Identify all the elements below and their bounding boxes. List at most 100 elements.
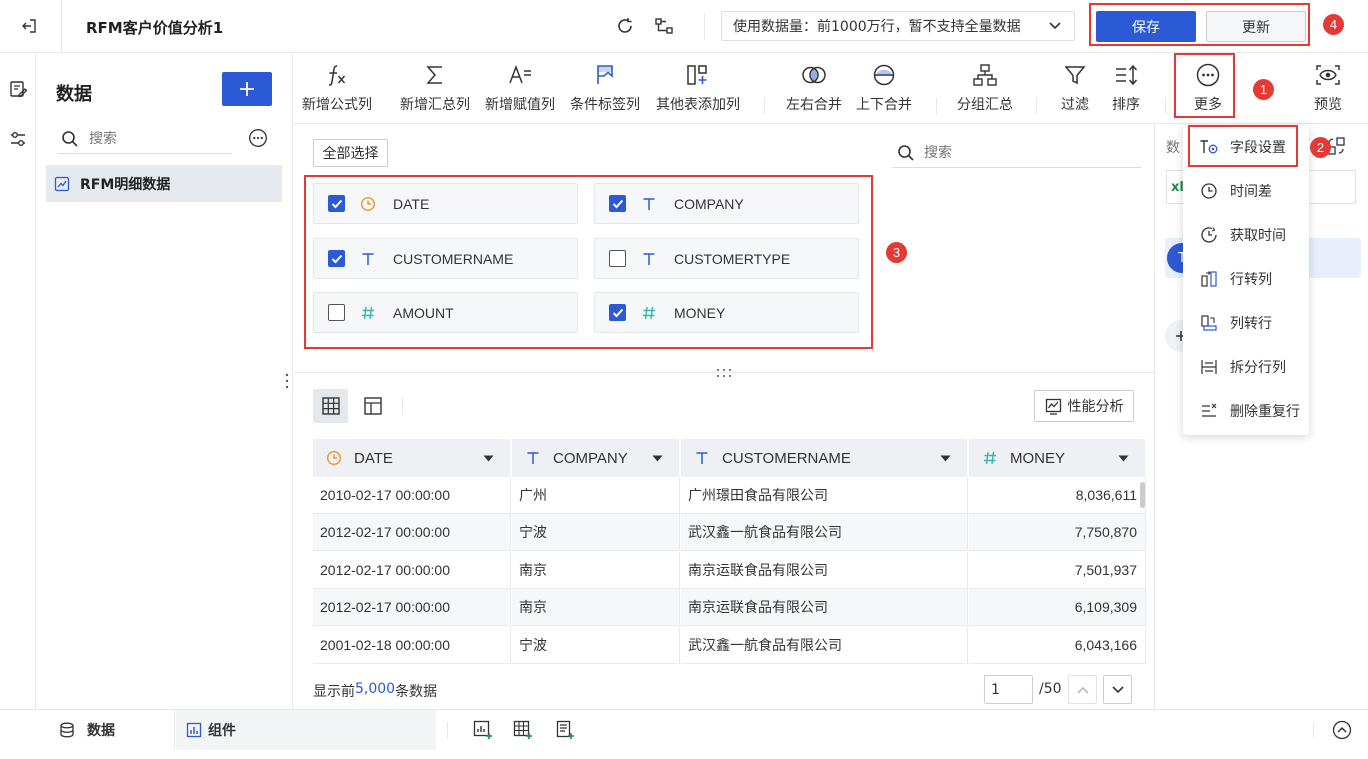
sidebar-item-rfm-dataset[interactable]: RFM明细数据 — [46, 165, 282, 202]
toolbar-preview[interactable]: 预览 — [1309, 58, 1347, 118]
update-button[interactable]: 更新 — [1206, 11, 1306, 42]
rail-settings-button[interactable] — [5, 126, 31, 152]
performance-analysis-button[interactable]: 性能分析 — [1034, 390, 1134, 422]
add-chart-button[interactable] — [473, 720, 493, 740]
sort-caret-icon[interactable] — [652, 455, 663, 462]
lineage-button[interactable] — [651, 12, 677, 40]
toolbar-more[interactable]: 更多 — [1186, 58, 1230, 118]
field-name: CUSTOMERTYPE — [674, 250, 791, 267]
cell-value: 2010-02-17 00:00:00 — [320, 487, 450, 503]
exit-button[interactable] — [14, 12, 44, 40]
field-settings-icon — [1198, 138, 1220, 156]
cell-value: 南京 — [519, 599, 547, 615]
column-header[interactable]: MONEY — [969, 439, 1146, 477]
table-cell: 宁波 — [512, 514, 680, 551]
rail-data-button[interactable] — [5, 76, 31, 102]
toolbar-condition-tag-column[interactable]: 条件标签列 — [567, 58, 643, 118]
more-menu-item[interactable]: 列转行 — [1184, 301, 1308, 345]
sidebar-search[interactable] — [58, 124, 232, 154]
checkbox-checked[interactable] — [328, 250, 345, 267]
toolbar-assign-column[interactable]: 新增赋值列 — [482, 58, 558, 118]
splitter-handle[interactable] — [714, 367, 734, 379]
field-card[interactable]: MONEY — [594, 292, 859, 333]
page-down-button[interactable] — [1103, 675, 1132, 704]
cell-value: 武汉鑫一航食品有限公司 — [688, 637, 842, 653]
more-menu-item[interactable]: 时间差 — [1184, 169, 1308, 213]
table-scrollbar[interactable] — [1140, 482, 1145, 508]
refresh-button[interactable] — [612, 12, 638, 40]
field-search-input[interactable] — [924, 144, 1124, 161]
more-menu-item[interactable]: 行转列 — [1184, 257, 1308, 301]
sidebar-more-button[interactable] — [247, 127, 269, 149]
annotation-badge-3: 3 — [886, 242, 907, 263]
text-type-icon — [527, 452, 539, 464]
cell-value: 2012-02-17 00:00:00 — [320, 524, 450, 540]
sidebar-item-label: RFM明细数据 — [80, 176, 171, 193]
column-header[interactable]: CUSTOMERNAME — [681, 439, 968, 477]
date-type-icon — [326, 450, 342, 466]
field-card[interactable]: CUSTOMERNAME — [313, 238, 578, 279]
more-menu-item[interactable]: 字段设置 — [1184, 125, 1308, 169]
tab-data-label: 数据 — [87, 723, 115, 739]
sort-caret-icon[interactable] — [483, 455, 494, 462]
sidebar-search-input[interactable] — [89, 130, 219, 147]
more-menu-item[interactable]: 拆分行列 — [1184, 345, 1308, 389]
field-card[interactable]: AMOUNT — [313, 292, 578, 333]
tab-component[interactable]: 组件 — [176, 710, 436, 750]
lineage-icon — [655, 18, 673, 34]
toolbar-group-summary[interactable]: 分组汇总 — [954, 58, 1016, 118]
toolbar-add-column-from-table[interactable]: 其他表添加列 — [652, 58, 744, 118]
sort-caret-icon[interactable] — [940, 455, 951, 462]
cell-value: 广州 — [519, 487, 547, 503]
toolbar-label: 其他表添加列 — [656, 97, 740, 113]
table-cell: 2010-02-17 00:00:00 — [313, 477, 511, 514]
toolbar-label: 预览 — [1314, 97, 1342, 113]
save-button[interactable]: 保存 — [1096, 11, 1196, 42]
checkbox-checked[interactable] — [328, 195, 345, 212]
check-icon — [331, 254, 342, 263]
layout-view-button[interactable] — [356, 389, 389, 423]
number-type-icon — [362, 306, 374, 319]
grid-view-button[interactable] — [313, 389, 348, 423]
checkbox-checked[interactable] — [609, 195, 626, 212]
toolbar-filter[interactable]: 过滤 — [1058, 58, 1092, 118]
field-card[interactable]: CUSTOMERTYPE — [594, 238, 859, 279]
toolbar-sort[interactable]: 排序 — [1109, 58, 1143, 118]
field-name: MONEY — [674, 304, 726, 321]
more-menu-item[interactable]: 删除重复行 — [1184, 389, 1308, 433]
number-type-icon — [984, 451, 996, 465]
page-up-button[interactable] — [1068, 675, 1097, 704]
performance-label: 性能分析 — [1067, 399, 1124, 415]
toolbar-summary-column[interactable]: 新增汇总列 — [397, 58, 473, 118]
checkbox-unchecked[interactable] — [609, 250, 626, 267]
select-all-button[interactable]: 全部选择 — [313, 139, 388, 167]
split-icon — [1198, 358, 1220, 376]
search-icon — [62, 130, 78, 147]
toolbar-merge-up-down[interactable]: 上下合并 — [853, 58, 915, 118]
add-report-button[interactable] — [555, 720, 575, 740]
data-amount-label: 使用数据量：前1000万行，暂不支持全量数据 — [733, 19, 1021, 35]
more-menu-item[interactable]: 获取时间 — [1184, 213, 1308, 257]
add-dataset-button[interactable] — [222, 72, 272, 106]
sidebar-resize-handle[interactable] — [285, 372, 289, 390]
tab-data[interactable]: 数据 — [0, 710, 175, 750]
page-number-input[interactable] — [984, 675, 1033, 704]
field-card[interactable]: DATE — [313, 183, 578, 224]
column-header[interactable]: COMPANY — [512, 439, 680, 477]
data-amount-select[interactable]: 使用数据量：前1000万行，暂不支持全量数据 — [721, 11, 1075, 41]
add-table-button[interactable] — [513, 720, 533, 740]
field-card[interactable]: COMPANY — [594, 183, 859, 224]
check-icon — [612, 308, 623, 317]
sort-caret-icon[interactable] — [1118, 455, 1129, 462]
number-type-icon — [643, 306, 655, 319]
field-search[interactable] — [892, 138, 1141, 168]
row-to-col-icon — [1198, 270, 1220, 288]
column-header[interactable]: DATE — [313, 439, 511, 477]
cell-value: 6,109,309 — [1074, 599, 1137, 615]
collapse-up-button[interactable] — [1332, 720, 1352, 740]
checkbox-unchecked[interactable] — [328, 304, 345, 321]
checkbox-checked[interactable] — [609, 304, 626, 321]
toolbar-formula-column[interactable]: 新增公式列 — [302, 58, 372, 118]
page-total: /50 — [1039, 681, 1062, 697]
toolbar-merge-left-right[interactable]: 左右合并 — [783, 58, 845, 118]
